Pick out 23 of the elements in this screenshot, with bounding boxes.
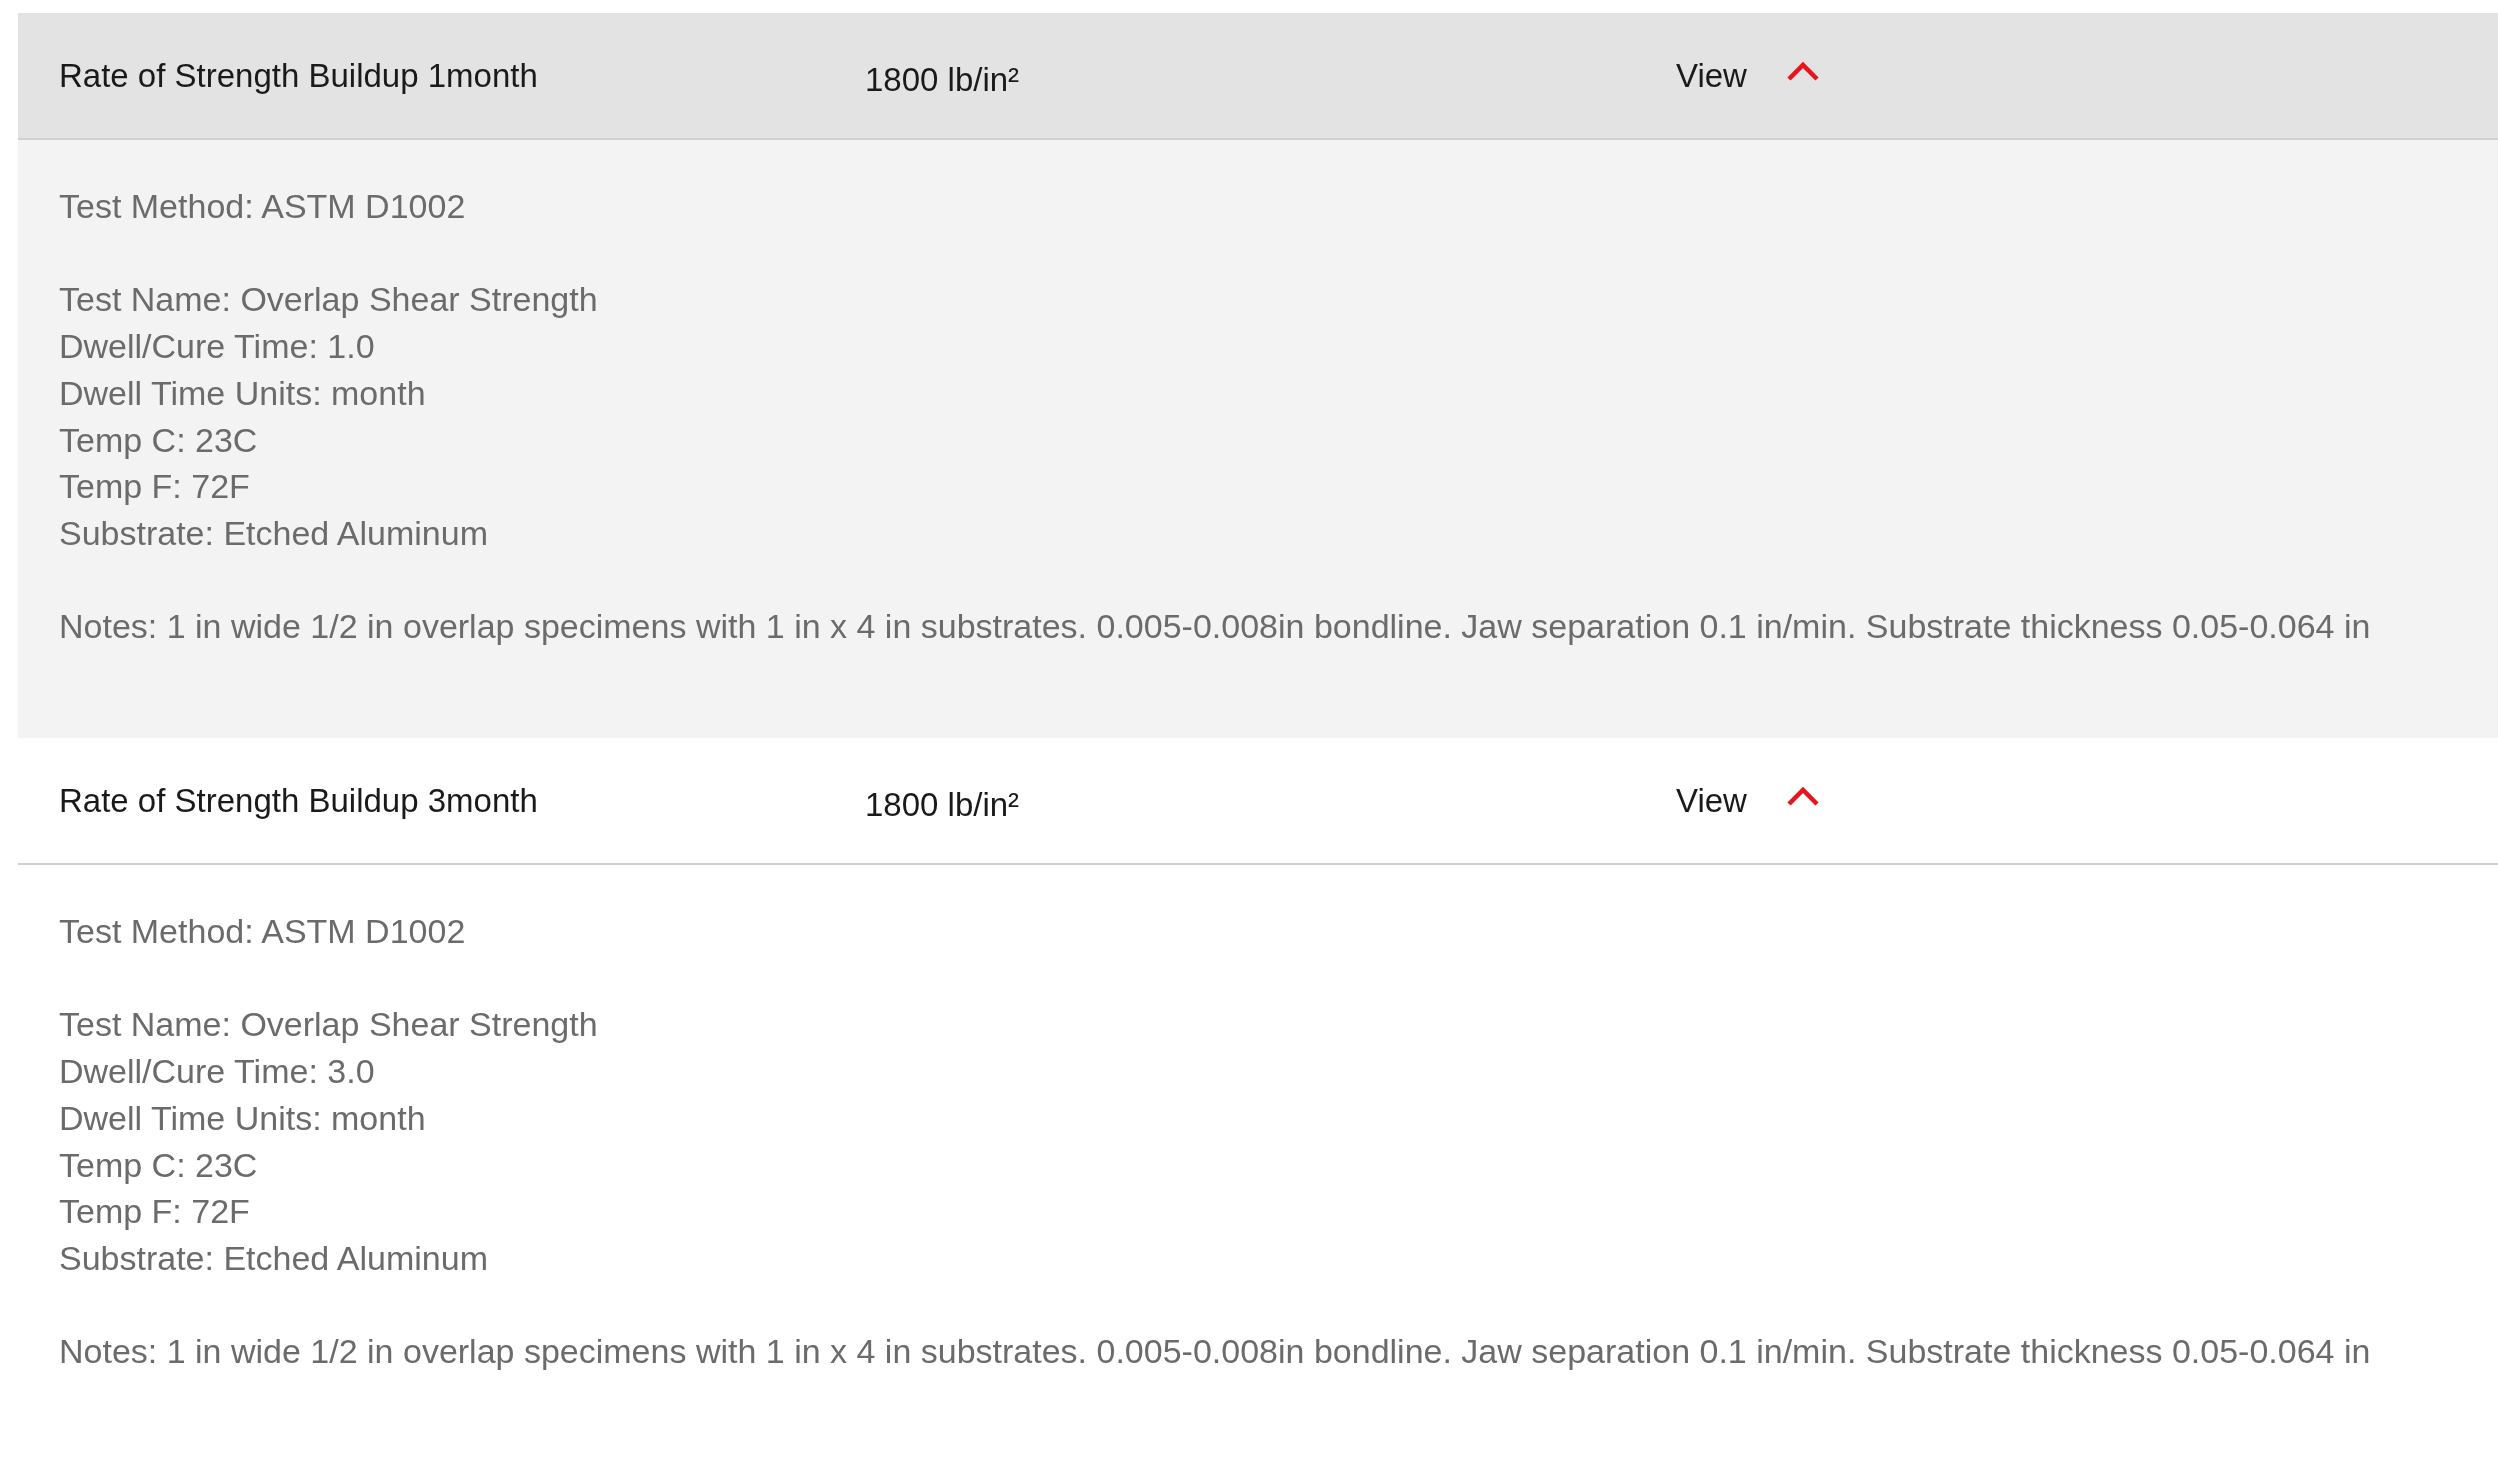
detail-text: Notes: 1 in wide 1/2 in overlap specimens with 1 in x 4 in substrates. 0.005-0.008in bondline. Jaw separation 0.1 in/min. Substrate thickness 0.05-0.064 in	[59, 1331, 2372, 1373]
detail-text: Test Name: Overlap Shear Strength	[59, 1004, 599, 1046]
detail-text: Dwell/Cure Time: 1.0	[59, 326, 376, 368]
detail-text: Temp C: 23C	[59, 419, 259, 461]
detail-text: Temp F: 72F	[59, 1191, 251, 1233]
property-value: 1800 lb/in²	[865, 784, 1021, 824]
detail-text: Dwell/Cure Time: 3.0	[59, 1051, 376, 1093]
property-name: Rate of Strength Buildup 1month	[59, 56, 539, 95]
detail-text: Substrate: Etched Aluminum	[59, 1237, 489, 1279]
detail-text: Test Method: ASTM D1002	[59, 911, 467, 952]
detail-text: Temp F: 72F	[59, 466, 251, 508]
detail-text: Notes: 1 in wide 1/2 in overlap specimens with 1 in x 4 in substrates. 0.005-0.008in bondline. Jaw separation 0.1 in/min. Substrate thickness 0.05-0.064 in	[59, 606, 2372, 648]
detail-text: Substrate: Etched Aluminum	[59, 512, 489, 554]
detail-text: Dwell Time Units: month	[59, 1097, 427, 1139]
row-header[interactable]: Rate of Strength Buildup 1month 1800 lb/in² View	[18, 13, 2498, 140]
view-toggle[interactable]: View	[1676, 781, 1747, 820]
property-name: Rate of Strength Buildup 3month	[59, 781, 539, 820]
property-value: 1800 lb/in²	[865, 59, 1021, 99]
detail-text: Test Name: Overlap Shear Strength	[59, 279, 599, 321]
detail-text: Dwell Time Units: month	[59, 372, 427, 414]
view-toggle[interactable]: View	[1676, 56, 1747, 95]
detail-text: Temp C: 23C	[59, 1144, 259, 1186]
detail-text: Test Method: ASTM D1002	[59, 186, 467, 227]
